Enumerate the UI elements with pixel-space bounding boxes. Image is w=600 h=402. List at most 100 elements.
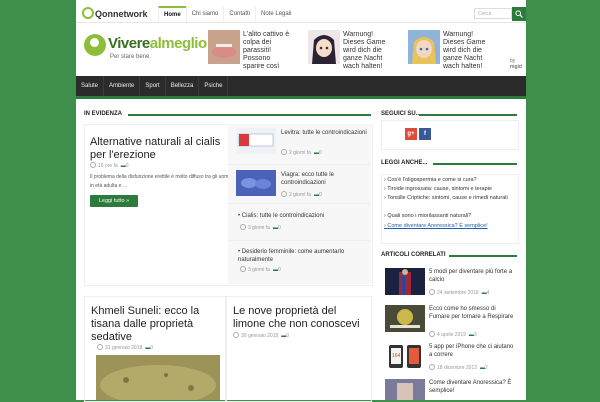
facebook-icon[interactable]: f [419, 128, 431, 140]
list-item-title-text: Cialis: tutte le controindicazioni [241, 213, 325, 219]
article-card-meta: 30 gennaio 2018 ▬0 [233, 332, 289, 339]
list-item-title: 5 modi per diventare più forte a calcio [429, 269, 513, 283]
site-logo[interactable]: Viverealmeglio Per stare bene. [84, 32, 207, 72]
top-nav-home[interactable]: Home [158, 6, 186, 22]
smoking-thumbnail [385, 305, 425, 332]
section-divider [449, 255, 517, 257]
list-item[interactable]: › Quali sono i miorilassanti naturali? [384, 213, 514, 220]
ad-thumbnail [208, 30, 240, 64]
list-divider [228, 240, 370, 241]
search-input[interactable]: Cerca [474, 8, 512, 19]
featured-excerpt: Il problema della disfunzione erettile è… [90, 174, 234, 189]
top-nav: Home Chi siamo Contatti Note Legali [158, 6, 296, 22]
list-item[interactable]: › Cos'è l'oligospermia e come si cura? [384, 177, 514, 184]
list-item-title: Tonsille Criptiche: sintomi, cause e rim… [387, 195, 508, 201]
list-item-meta: 2 giorni fa ▬0 [281, 191, 322, 198]
clock-icon [90, 162, 96, 168]
clock-icon [240, 224, 246, 230]
list-item-title: 5 app per iPhone che ci aiutano a correr… [429, 344, 514, 358]
top-nav-note-legali[interactable]: Note Legali [255, 6, 296, 22]
svg-text:164: 164 [392, 353, 401, 359]
main-nav-sport[interactable]: Sport [140, 76, 166, 96]
list-item-time: 2 giorni fa [289, 192, 311, 198]
list-item-title: Come diventare Anoressica? È semplice! [429, 380, 512, 394]
list-item-meta: 4 aprile 2019 ▬3 [429, 331, 477, 338]
article-card[interactable]: Le nove proprietà del limone che non con… [226, 296, 372, 402]
main-nav-ambiente[interactable]: Ambiente [104, 76, 141, 96]
list-item-date: 18 dicembre 2013 [437, 365, 478, 371]
main-nav-bellezza[interactable]: Bellezza [166, 76, 200, 96]
section-heading-correlati: ARTICOLI CORRELATI [381, 252, 446, 258]
section-heading-seguici: SEGUICI SU... [381, 111, 421, 117]
clock-icon [281, 191, 287, 197]
ad-item[interactable]: Warnung! Dieses Game wird dich die ganze… [408, 30, 486, 70]
list-item-title: • Desiderio femminile: come aumentarlo n… [238, 249, 345, 263]
page-wrapper: Qonnetwork Home Chi siamo Contatti Note … [76, 0, 526, 402]
section-heading-leggi: LEGGI ANCHE... [381, 160, 428, 166]
ad-item[interactable]: Warnung! Dieses Game wird dich die ganze… [308, 30, 386, 70]
top-nav-contatti[interactable]: Contatti [223, 6, 255, 22]
top-nav-chi-siamo[interactable]: Chi siamo [185, 6, 224, 22]
article-card-date: 31 gennaio 2018 [105, 345, 143, 351]
list-item-date: 24 settembre 2018 [437, 290, 479, 296]
list-item-comments: 4 [486, 290, 490, 296]
site-logo-text-1: Vivere [108, 35, 150, 52]
ad-item[interactable]: L'alito cattivo è colpa dei parassiti! P… [208, 30, 289, 70]
ad-text: L'alito cattivo è colpa dei parassiti! P… [243, 31, 290, 70]
list-item-comments: 0 [318, 150, 322, 156]
list-item-comments: 0 [277, 267, 281, 273]
ad-network-label[interactable]: by mgid [510, 58, 526, 70]
ad-text: Warnung! Dieses Game wird dich die ganze… [343, 31, 386, 70]
list-item-comments: 0 [318, 192, 322, 198]
list-item-date: 4 aprile 2019 [437, 332, 466, 338]
clock-icon [240, 266, 246, 272]
read-more-button[interactable]: Leggi tutto » [90, 195, 138, 207]
leggi-anche-list [381, 174, 519, 244]
list-item-title: • Cialis: tutte le controindicazioni [238, 213, 325, 219]
main-nav-salute[interactable]: Salute [76, 76, 105, 96]
list-item[interactable]: › Come diventare Anoressica? È semplice! [384, 223, 514, 230]
article-card-title: Le nove proprietà del limone che non con… [233, 305, 360, 330]
list-item-title: Tiroide ingrossata: cause, sintomi e ter… [387, 186, 492, 192]
levitra-thumbnail [236, 128, 276, 154]
network-logo[interactable]: Qonnetwork [82, 7, 148, 19]
article-card-image [96, 355, 220, 400]
clock-icon [281, 149, 287, 155]
main-nav-psiche[interactable]: Psiche [199, 76, 229, 96]
featured-title[interactable]: Alternative naturali al cialis per l'ere… [90, 136, 230, 162]
clock-icon [429, 289, 435, 295]
list-divider [228, 164, 370, 165]
site-logo-icon [84, 34, 106, 56]
article-card-meta: 31 gennaio 2018 ▬0 [97, 344, 153, 351]
list-item-title: Viagra: ecco tutte le controindicazioni [281, 172, 334, 186]
list-item-title: Levitra: tutte le controindicazioni [281, 130, 367, 136]
featured-comments[interactable]: 0 [126, 163, 129, 169]
clock-icon [429, 364, 435, 370]
list-item-meta: 3 giorni fa ▬0 [240, 266, 281, 273]
section-divider [128, 114, 371, 116]
section-heading-evidenza: IN EVIDENZA [84, 111, 123, 117]
list-item-comments: 3 [473, 332, 477, 338]
featured-meta: 16 ore fa ▬0 [90, 162, 129, 169]
google-plus-icon[interactable]: g+ [405, 128, 417, 140]
site-tagline: Per stare bene. [110, 54, 152, 60]
list-item-title-text: Desiderio femminile: come aumentarlo nat… [238, 249, 345, 263]
list-item[interactable]: › Tiroide ingrossata: cause, sintomi e t… [384, 186, 514, 193]
list-item-meta: 3 giorni fa ▬0 [240, 224, 281, 231]
featured-time: 16 ore fa [98, 163, 118, 169]
clock-icon [97, 344, 103, 350]
site-logo-text: Viverealmeglio [108, 35, 207, 52]
section-divider [419, 114, 517, 116]
search-button[interactable] [512, 7, 526, 21]
article-card-date: 30 gennaio 2018 [241, 333, 279, 339]
social-box [381, 120, 519, 150]
ad-network-name: mgid [510, 64, 522, 70]
clock-icon [233, 332, 239, 338]
list-item[interactable]: › Tonsille Criptiche: sintomi, cause e r… [384, 195, 514, 202]
top-bar: Qonnetwork Home Chi siamo Contatti Note … [76, 6, 526, 23]
ad-text: Warnung! Dieses Game wird dich die ganze… [443, 31, 486, 70]
viagra-thumbnail [236, 170, 276, 196]
section-divider [433, 163, 517, 165]
list-item-comments: 2 [485, 365, 488, 371]
list-item-title: Ecco come ho smesso di Fumare per tornar… [429, 306, 514, 320]
